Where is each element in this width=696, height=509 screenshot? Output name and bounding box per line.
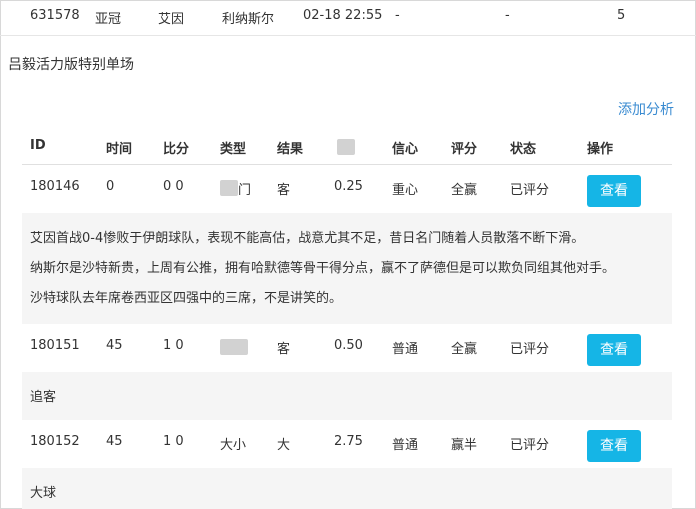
row-score: 1 0 — [163, 434, 184, 449]
header-rating: 评分 — [451, 142, 478, 157]
section-title: 吕毅活力版特别单场 — [8, 57, 134, 73]
row-score: 0 0 — [163, 179, 184, 194]
header-confidence: 信心 — [392, 142, 419, 157]
row-rating: 全赢 — [451, 183, 478, 198]
add-analysis-link[interactable]: 添加分析 — [618, 99, 674, 119]
divider — [0, 35, 696, 36]
row-type-blurred — [220, 339, 248, 355]
row-id: 180152 — [30, 434, 80, 449]
table-row: 180146 0 0 0 门 客 0.25 重心 全赢 已评分 查看 — [22, 165, 672, 213]
row-rating: 赢半 — [451, 438, 478, 453]
row-rating: 全赢 — [451, 342, 478, 357]
header-action: 操作 — [587, 142, 614, 157]
header-blurred-label — [337, 139, 355, 155]
view-button[interactable]: 查看 — [587, 334, 641, 366]
row-type-blurred — [220, 180, 238, 196]
row-result: 客 — [277, 342, 291, 357]
header-time: 时间 — [106, 142, 133, 157]
row-score: 1 0 — [163, 338, 184, 353]
row-time: 45 — [106, 338, 123, 353]
view-button[interactable]: 查看 — [587, 430, 641, 462]
row-value: 0.50 — [334, 338, 363, 353]
row-status: 已评分 — [510, 342, 550, 357]
match-id: 631578 — [30, 8, 80, 23]
row-time: 45 — [106, 434, 123, 449]
header-result: 结果 — [277, 142, 304, 157]
row-result: 客 — [277, 183, 291, 198]
match-dash-1: - — [395, 8, 400, 23]
match-summary-row: 631578 亚冠 艾因 利纳斯尔 02-18 22:55 - - 5 — [0, 0, 696, 36]
note-line: 艾因首战0-4惨败于伊朗球队，表现不能高估，战意尤其不足，昔日名门随着人员散落不… — [30, 231, 585, 246]
note-line: 追客 — [30, 390, 57, 405]
row-confidence: 普通 — [392, 438, 419, 453]
match-time: 02-18 22:55 — [303, 8, 383, 23]
view-button[interactable]: 查看 — [587, 175, 641, 207]
table-row: 180151 45 1 0 客 0.50 普通 全赢 已评分 查看 — [22, 324, 672, 372]
analysis-note: 追客 — [22, 372, 672, 420]
row-status: 已评分 — [510, 183, 550, 198]
row-type: 门 — [238, 183, 252, 198]
row-type: 大小 — [220, 438, 247, 453]
row-confidence: 普通 — [392, 342, 419, 357]
match-league: 亚冠 — [95, 12, 122, 27]
analysis-note: 艾因首战0-4惨败于伊朗球队，表现不能高估，战意尤其不足，昔日名门随着人员散落不… — [22, 213, 672, 324]
row-status: 已评分 — [510, 438, 550, 453]
header-type: 类型 — [220, 142, 247, 157]
note-line: 沙特球队去年席卷西亚区四强中的三席，不是讲笑的。 — [30, 291, 343, 306]
row-id: 180146 — [30, 179, 80, 194]
row-id: 180151 — [30, 338, 80, 353]
match-dash-2: - — [505, 8, 510, 23]
match-away-team: 利纳斯尔 — [222, 12, 275, 27]
note-line: 大球 — [30, 486, 57, 501]
header-score: 比分 — [163, 142, 190, 157]
row-value: 0.25 — [334, 179, 363, 194]
header-id: ID — [30, 138, 46, 153]
row-value: 2.75 — [334, 434, 363, 449]
row-time: 0 — [106, 179, 115, 194]
match-count: 5 — [617, 8, 626, 23]
note-line: 纳斯尔是沙特新贵，上周有公推，拥有哈默德等骨干得分点，赢不了萨德但是可以欺负同组… — [30, 261, 616, 276]
row-result: 大 — [277, 438, 291, 453]
match-home-team: 艾因 — [158, 12, 185, 27]
table-header: ID 时间 比分 类型 结果 信心 评分 状态 操作 — [22, 128, 672, 164]
row-confidence: 重心 — [392, 183, 419, 198]
table-row: 180152 45 1 0 大小 大 2.75 普通 赢半 已评分 查看 — [22, 420, 672, 468]
analysis-note: 大球 — [22, 468, 672, 509]
header-status: 状态 — [510, 142, 537, 157]
